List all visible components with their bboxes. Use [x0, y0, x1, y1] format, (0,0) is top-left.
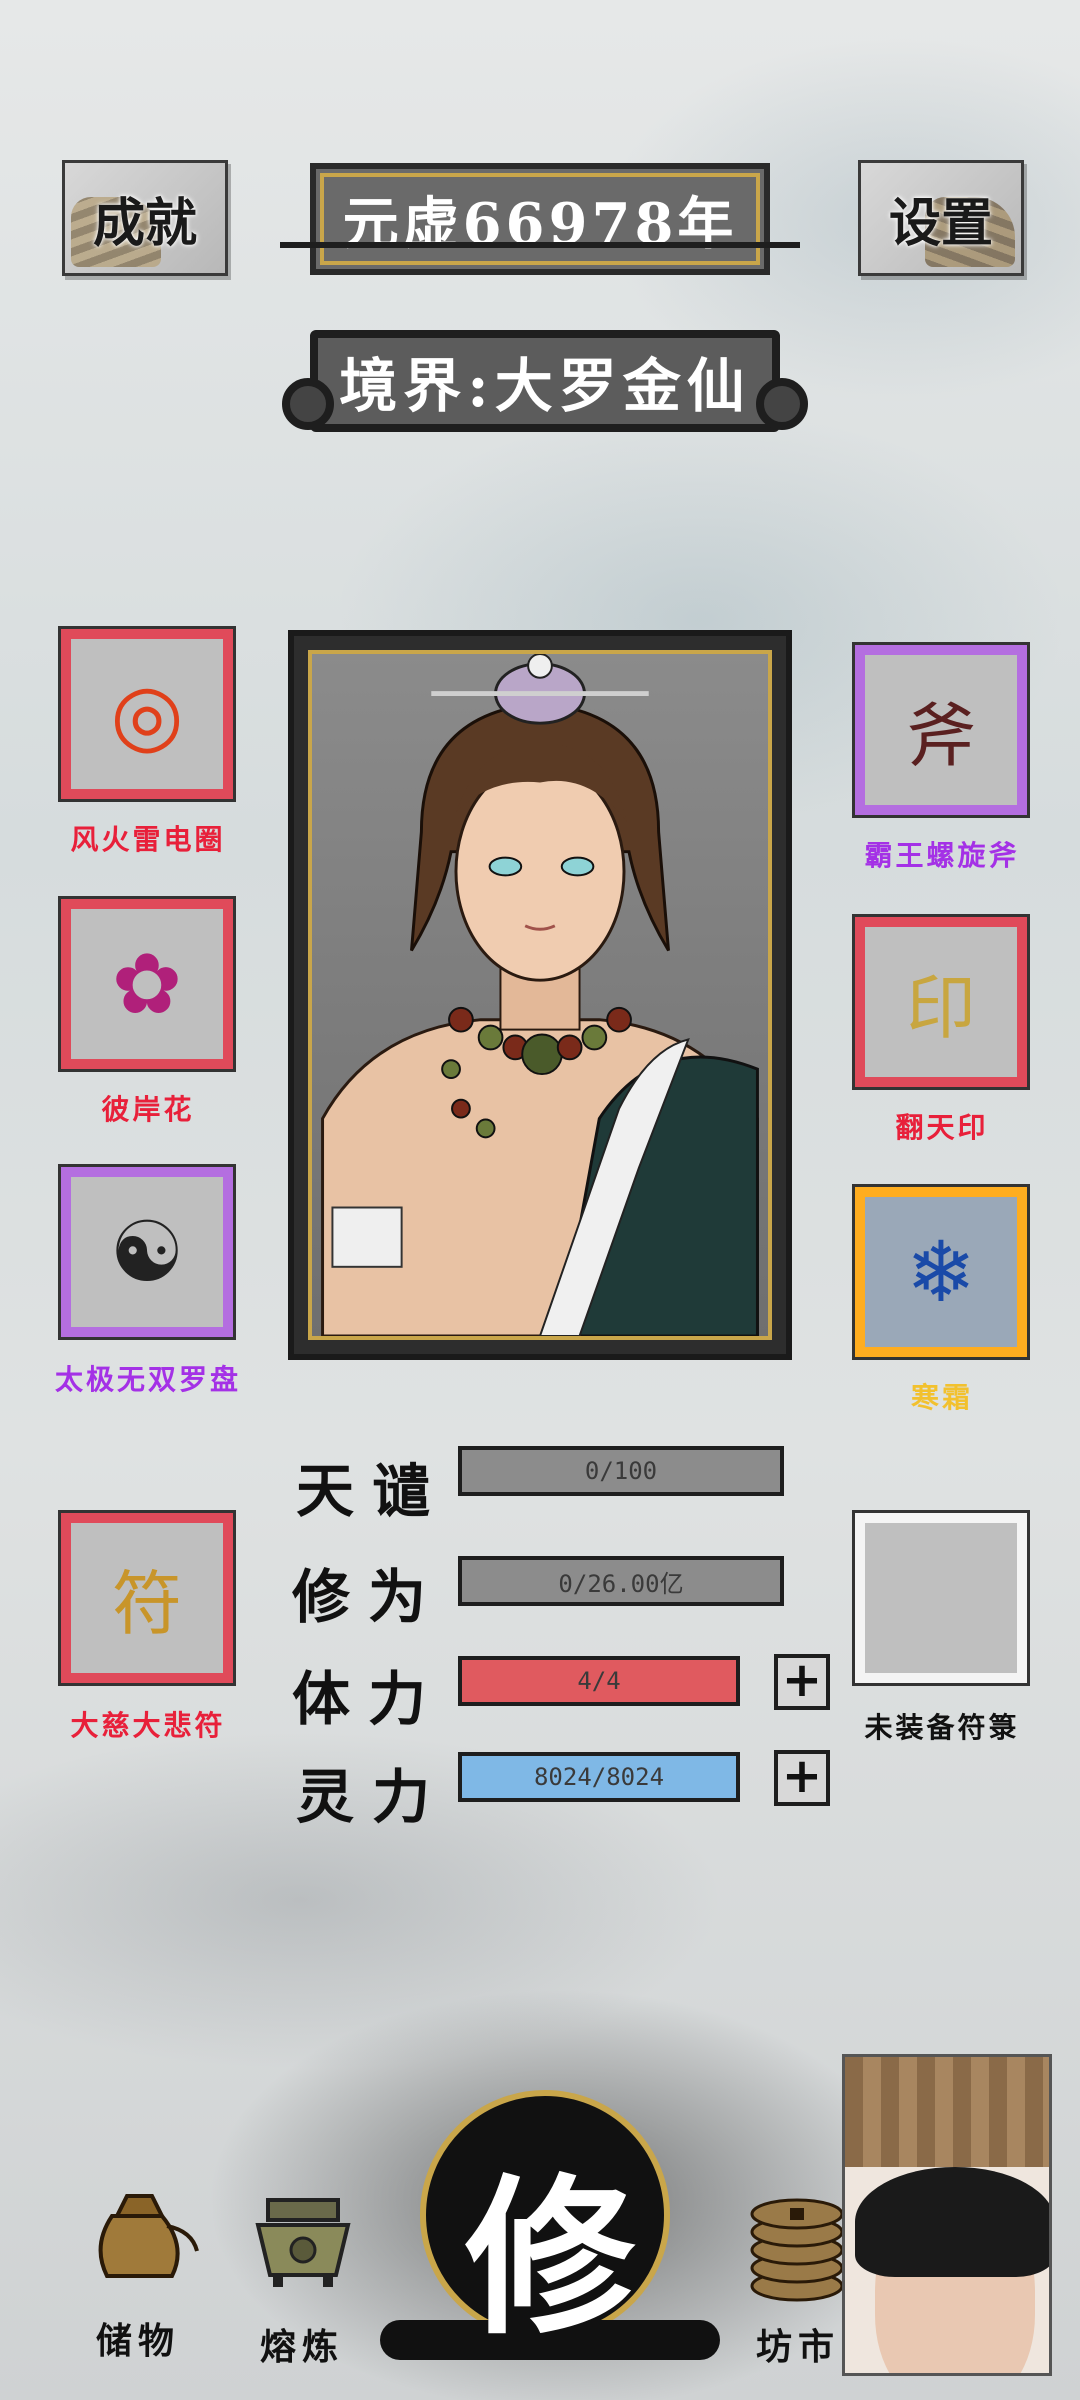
market-label: 坊市 [756, 2326, 841, 2368]
character-figure-icon [321, 654, 759, 1336]
equip-slot-right-4[interactable] [852, 1510, 1030, 1686]
equip-slot-left-1[interactable]: ◎ [58, 626, 236, 802]
market-button[interactable] [742, 2176, 852, 2306]
equip-label: 风火雷电圈 [70, 823, 226, 856]
lingli-plus-button[interactable]: + [774, 1750, 830, 1806]
stat-label-tili: 体力 [292, 1665, 445, 1733]
realm-label: 境界:大罗金仙 [339, 352, 751, 420]
storage-button[interactable] [82, 2176, 202, 2296]
settings-label: 设置 [888, 192, 993, 254]
character-portrait[interactable] [288, 630, 792, 1360]
equip-label: 大慈大悲符 [70, 1709, 226, 1742]
coin-stack-icon [750, 2198, 844, 2302]
dragon-seal-icon: 印 [865, 927, 1017, 1077]
storage-label: 储物 [96, 2320, 181, 2362]
axe-icon: 斧 [865, 655, 1017, 805]
equip-label: 未装备符箓 [864, 1711, 1020, 1744]
stat-label-xiuwei: 修为 [292, 1563, 445, 1631]
equip-slot-left-2[interactable]: ✿ [58, 896, 236, 1072]
bagua-compass-icon: ☯ [71, 1177, 223, 1327]
cultivate-button[interactable]: 修 [380, 2080, 720, 2370]
tili-value: 4/4 [577, 1667, 621, 1695]
xiuwei-value: 0/26.00亿 [558, 1569, 684, 1598]
fire-ring-icon: ◎ [71, 639, 223, 789]
empty-slot-icon [865, 1523, 1017, 1673]
cultivate-label: 修 [464, 2158, 635, 2358]
realm-banner: 境界:大罗金仙 [282, 330, 808, 432]
tianqian-bar: 0/100 [458, 1446, 784, 1496]
cauldron-icon [255, 2198, 351, 2287]
achievements-label: 成就 [92, 192, 197, 254]
equip-slot-right-1[interactable]: 斧 [852, 642, 1030, 818]
pouch-icon [98, 2194, 199, 2278]
lingli-value: 8024/8024 [533, 1763, 665, 1791]
equip-slot-right-2[interactable]: 印 [852, 914, 1030, 1090]
equip-label: 翻天印 [895, 1111, 989, 1144]
year-banner-bar [280, 242, 800, 248]
smelt-button[interactable] [248, 2190, 358, 2300]
achievements-button[interactable]: 成就 [62, 160, 228, 276]
tianqian-value: 0/100 [584, 1457, 658, 1485]
ceiling-beams-icon [845, 2057, 1049, 2167]
smelt-label: 熔炼 [260, 2326, 345, 2368]
tili-bar: 4/4 [458, 1656, 740, 1706]
equip-slot-left-4[interactable]: 符 [58, 1510, 236, 1686]
stat-label-lingli: 灵力 [296, 1763, 449, 1831]
equip-label: 太极无双罗盘 [54, 1363, 241, 1396]
lingli-bar: 8024/8024 [458, 1752, 740, 1802]
tili-plus-button[interactable]: + [774, 1654, 830, 1710]
settings-button[interactable]: 设置 [858, 160, 1024, 276]
hair-icon [855, 2167, 1049, 2277]
equip-label: 寒霜 [910, 1381, 973, 1414]
spider-lily-icon: ✿ [71, 909, 223, 1059]
stat-label-tianqian: 天谴 [296, 1457, 449, 1525]
xiuwei-bar: 0/26.00亿 [458, 1556, 784, 1606]
equip-label: 霸王螺旋斧 [864, 839, 1020, 872]
camera-overlay[interactable] [842, 2054, 1052, 2376]
year-banner: 元虚66978年 [310, 163, 770, 275]
talisman-icon: 符 [71, 1523, 223, 1673]
frost-orb-icon: ❄ [865, 1197, 1017, 1347]
equip-slot-left-3[interactable]: ☯ [58, 1164, 236, 1340]
equip-slot-right-3[interactable]: ❄ [852, 1184, 1030, 1360]
equip-label: 彼岸花 [101, 1093, 195, 1126]
